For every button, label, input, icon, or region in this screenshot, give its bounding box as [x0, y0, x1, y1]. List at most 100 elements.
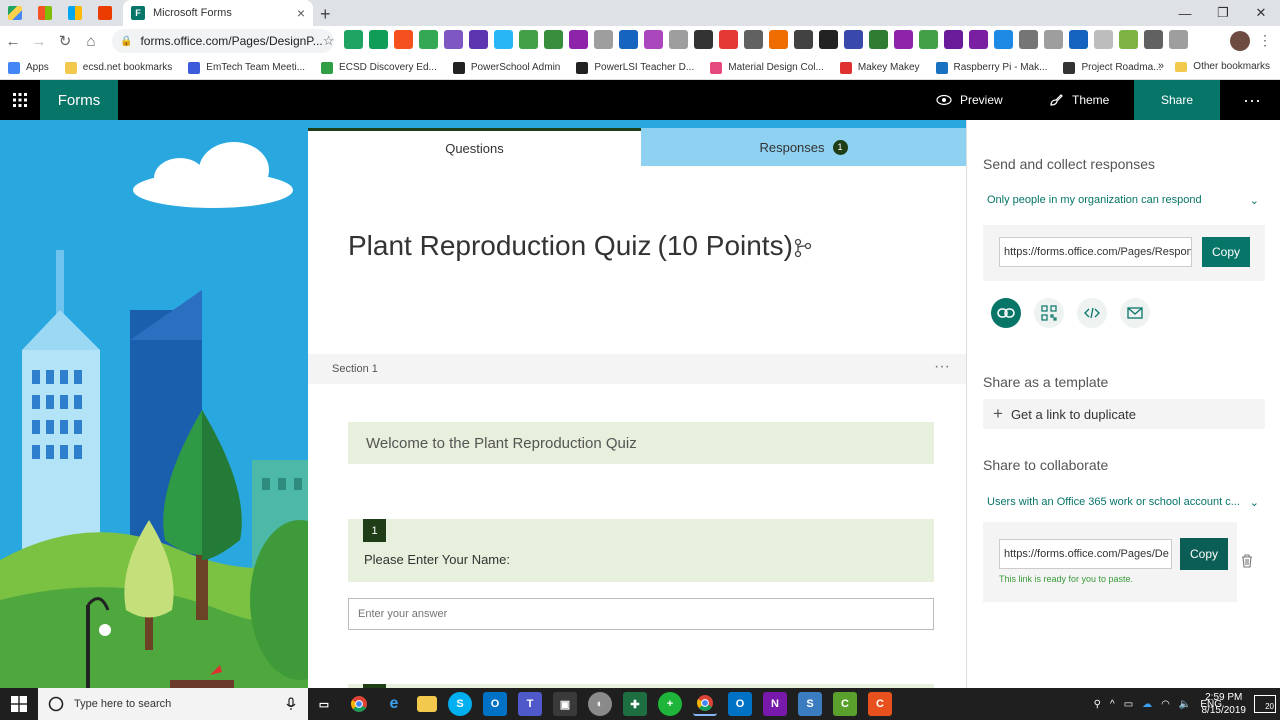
chrome-active-icon[interactable] — [693, 692, 717, 716]
extension-icon[interactable] — [669, 30, 688, 49]
extension-icon[interactable] — [744, 30, 763, 49]
bookmark-item[interactable]: Apps — [8, 61, 49, 74]
profile-avatar[interactable] — [1230, 31, 1250, 51]
reload-icon[interactable]: ↻ — [52, 32, 78, 50]
extension-icon[interactable] — [419, 30, 438, 49]
extension-icon[interactable] — [919, 30, 938, 49]
pinned-tab-office-app[interactable] — [90, 0, 120, 26]
home-icon[interactable]: ⌂ — [78, 33, 104, 50]
answer-input[interactable] — [348, 598, 934, 630]
extension-icon[interactable] — [994, 30, 1013, 49]
extension-icon[interactable] — [794, 30, 813, 49]
form-title[interactable]: Plant Reproduction Quiz (10 Points) — [348, 230, 793, 262]
forward-icon[interactable]: → — [26, 33, 52, 50]
extension-icon[interactable] — [869, 30, 888, 49]
bookmark-item[interactable]: Material Design Col... — [710, 61, 824, 74]
onedrive-icon[interactable]: ☁ — [1142, 699, 1152, 710]
extension-icon[interactable] — [944, 30, 963, 49]
taskbar-search[interactable]: Type here to search — [38, 688, 308, 720]
extension-icon[interactable] — [1044, 30, 1063, 49]
audience-dropdown[interactable]: Only people in my organization can respo… — [983, 186, 1265, 214]
tab-responses[interactable]: Responses 1 — [641, 128, 966, 166]
more-options-icon[interactable]: ··· — [1236, 80, 1268, 120]
back-icon[interactable]: ← — [0, 33, 26, 50]
email-icon[interactable] — [1120, 298, 1150, 328]
chrome-icon[interactable] — [347, 692, 371, 716]
pinned-tab-office-2[interactable] — [60, 0, 90, 26]
extension-icon[interactable] — [819, 30, 838, 49]
skype-icon[interactable]: S — [448, 692, 472, 716]
outlook-icon[interactable]: O — [728, 692, 752, 716]
response-url-field[interactable]: https://forms.office.com/Pages/Respon — [999, 237, 1192, 267]
app-icon[interactable]: C — [868, 692, 892, 716]
extension-icon[interactable] — [469, 30, 488, 49]
address-bar[interactable]: 🔒 forms.office.com/Pages/DesignP... ☆ — [112, 29, 334, 53]
close-window-icon[interactable]: ✕ — [1242, 0, 1280, 26]
app-launcher-icon[interactable] — [0, 80, 40, 120]
extension-icon[interactable] — [569, 30, 588, 49]
wifi-icon[interactable]: ◠ — [1161, 699, 1170, 710]
branching-icon[interactable] — [794, 238, 812, 258]
get-duplicate-link-button[interactable]: + Get a link to duplicate — [983, 399, 1265, 429]
extension-icon[interactable] — [694, 30, 713, 49]
task-view-icon[interactable]: ▭ — [312, 692, 336, 716]
extension-icon[interactable] — [719, 30, 738, 49]
bookmark-item[interactable]: Makey Makey — [839, 61, 920, 74]
bookmarks-overflow-icon[interactable]: » — [1158, 60, 1164, 72]
bookmark-item[interactable]: PowerSchool Admin — [452, 61, 560, 74]
app-icon[interactable]: S — [798, 692, 822, 716]
extension-icon[interactable] — [519, 30, 538, 49]
bookmark-item[interactable]: EmTech Team Meeti... — [188, 61, 305, 74]
question-card[interactable]: 1 Please Enter Your Name: — [348, 519, 934, 582]
extension-icon[interactable] — [369, 30, 388, 49]
bookmark-item[interactable]: ECSD Discovery Ed... — [321, 61, 437, 74]
extension-icon[interactable] — [1019, 30, 1038, 49]
extension-icon[interactable] — [494, 30, 513, 49]
new-tab-icon[interactable]: + — [320, 4, 331, 25]
pinned-tab-drive[interactable] — [0, 0, 30, 26]
bookmark-item[interactable]: Project Roadma... — [1063, 61, 1161, 74]
copy-response-link-button[interactable]: Copy — [1202, 237, 1250, 267]
extension-icon[interactable] — [844, 30, 863, 49]
notification-center-icon[interactable]: 20 — [1254, 695, 1276, 713]
windows-start-icon[interactable] — [0, 688, 38, 720]
extension-icon[interactable] — [544, 30, 563, 49]
extension-icon[interactable] — [894, 30, 913, 49]
collab-audience-dropdown[interactable]: Users with an Office 365 work or school … — [983, 488, 1265, 516]
extension-icon[interactable] — [1119, 30, 1138, 49]
extension-icon[interactable] — [769, 30, 788, 49]
other-bookmarks[interactable]: Other bookmarks — [1175, 61, 1270, 72]
welcome-text-block[interactable]: Welcome to the Plant Reproduction Quiz — [348, 422, 934, 464]
outlook-icon[interactable]: O — [483, 692, 507, 716]
clock[interactable]: 2:59 PM 8/15/2019 — [1202, 691, 1247, 717]
extension-icon[interactable] — [969, 30, 988, 49]
theme-button[interactable]: Theme — [1048, 80, 1109, 120]
browser-menu-icon[interactable]: ⋮ — [1258, 32, 1272, 49]
share-button[interactable]: Share — [1134, 80, 1220, 120]
embed-code-icon[interactable] — [1077, 298, 1107, 328]
extension-icon[interactable] — [594, 30, 613, 49]
trash-icon[interactable] — [1241, 554, 1253, 568]
active-tab[interactable]: F Microsoft Forms × — [123, 0, 313, 26]
microphone-icon[interactable] — [286, 697, 296, 711]
preview-button[interactable]: Preview — [936, 80, 1003, 120]
bookmark-star-icon[interactable]: ☆ — [323, 33, 335, 49]
app-icon[interactable]: C — [833, 692, 857, 716]
person-icon[interactable]: ⚲ — [1094, 699, 1101, 710]
volume-icon[interactable]: 🔈 — [1179, 699, 1191, 710]
extension-icon[interactable] — [1169, 30, 1188, 49]
teams-icon[interactable]: T — [518, 692, 542, 716]
link-icon[interactable] — [991, 298, 1021, 328]
extension-icon[interactable] — [644, 30, 663, 49]
chevron-up-icon[interactable]: ^ — [1110, 699, 1115, 710]
battery-icon[interactable]: ▭ — [1124, 699, 1133, 710]
forms-brand[interactable]: Forms — [40, 80, 118, 120]
extension-icon[interactable] — [619, 30, 638, 49]
extension-icon[interactable] — [394, 30, 413, 49]
pinned-tab-office[interactable] — [30, 0, 60, 26]
paint-icon[interactable]: ◐ — [588, 692, 612, 716]
edge-icon[interactable]: e — [382, 692, 406, 716]
extension-icon[interactable] — [1094, 30, 1113, 49]
collab-url-field[interactable]: https://forms.office.com/Pages/De — [999, 539, 1172, 569]
maximize-icon[interactable]: ❐ — [1204, 0, 1242, 26]
